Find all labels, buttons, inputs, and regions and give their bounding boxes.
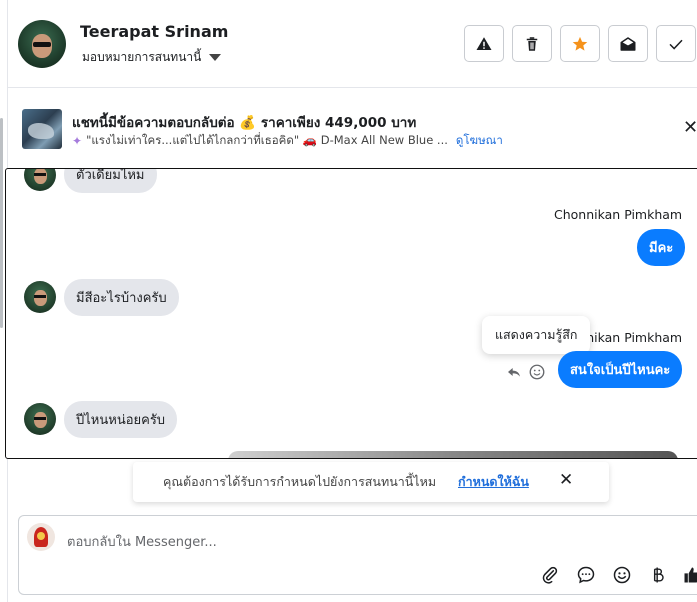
close-icon[interactable]: ✕: [683, 117, 697, 138]
react-tooltip: แสดงความรู้สึก: [482, 316, 591, 354]
page-avatar: [27, 523, 55, 551]
sender-name: Chonnikan Pimkham: [554, 207, 683, 222]
outgoing-message[interactable]: มีคะ: [637, 229, 686, 266]
assign-label: มอบหมายการสนทนานี้: [82, 50, 202, 64]
baht-icon[interactable]: [647, 564, 669, 586]
delete-button[interactable]: [512, 25, 552, 62]
ad-banner: แชทนี้มีข้อความตอบกลับต่อ 💰 ราคาเพียง 44…: [8, 97, 697, 159]
image-attachment-preview[interactable]: [228, 451, 678, 458]
envelope-open-icon: [620, 36, 636, 51]
sparkle-icon: ✦: [72, 134, 83, 148]
ad-subtitle: "แรงไม่เท่าใคร...แต่ไปได้ไกลกว่าที่เธอคิ…: [86, 133, 448, 147]
contact-avatar-small[interactable]: [24, 281, 56, 313]
close-icon[interactable]: ✕: [559, 470, 573, 490]
chat-bubble-icon[interactable]: [575, 564, 597, 586]
incoming-message[interactable]: ตัวเดียมไหม: [64, 169, 157, 193]
emoji-icon[interactable]: [611, 564, 633, 586]
assign-notice-text: คุณต้องการได้รับการกำหนดไปยังการสนทนานี้…: [163, 474, 437, 489]
trash-icon: [526, 36, 538, 51]
ad-subtitle-row: ✦ "แรงไม่เท่าใคร...แต่ไปได้ไกลกว่าที่เธอ…: [72, 132, 503, 150]
contact-avatar-small[interactable]: [24, 403, 56, 435]
done-button[interactable]: [656, 25, 696, 62]
star-button[interactable]: [560, 25, 600, 62]
star-icon: [572, 36, 588, 51]
contact-avatar[interactable]: [18, 20, 66, 68]
checkmark-icon: [669, 39, 683, 50]
view-ad-link[interactable]: ดูโฆษณา: [456, 132, 503, 150]
assign-dropdown[interactable]: มอบหมายการสนทนานี้: [82, 48, 222, 67]
ad-title: แชทนี้มีข้อความตอบกลับต่อ 💰 ราคาเพียง 44…: [72, 115, 417, 131]
conversation-header: Teerapat Srinam มอบหมายการสนทนานี้: [8, 0, 697, 88]
assign-notice: คุณต้องการได้รับการกำหนดไปยังการสนทนานี้…: [133, 462, 609, 502]
incoming-message[interactable]: มีสีอะไรบ้างครับ: [64, 279, 179, 316]
react-emoji-icon[interactable]: [527, 362, 547, 382]
incoming-message[interactable]: ปีไหนหน่อยครับ: [64, 401, 178, 438]
report-button[interactable]: [464, 25, 504, 62]
message-composer[interactable]: ตอบกลับใน Messenger...: [18, 515, 697, 595]
scrollbar-thumb[interactable]: [0, 118, 3, 328]
outgoing-message[interactable]: สนใจเป็นปีไหนคะ: [558, 351, 683, 388]
contact-name[interactable]: Teerapat Srinam: [80, 22, 228, 41]
thumbs-up-icon[interactable]: [681, 564, 697, 586]
paperclip-icon[interactable]: [539, 564, 561, 586]
warning-icon: [476, 36, 492, 50]
contact-avatar-small[interactable]: [24, 169, 56, 191]
reply-input[interactable]: ตอบกลับใน Messenger...: [67, 531, 217, 552]
caret-down-icon: [209, 54, 222, 61]
conversation-thread[interactable]: ตัวเดียมไหม Chonnikan Pimkham มีคะ มีสีอ…: [5, 168, 697, 459]
reply-icon[interactable]: [504, 362, 524, 382]
assign-to-me-link[interactable]: กำหนดให้ฉัน: [458, 472, 529, 492]
ad-thumbnail[interactable]: [22, 109, 62, 149]
mark-unread-button[interactable]: [608, 25, 648, 62]
